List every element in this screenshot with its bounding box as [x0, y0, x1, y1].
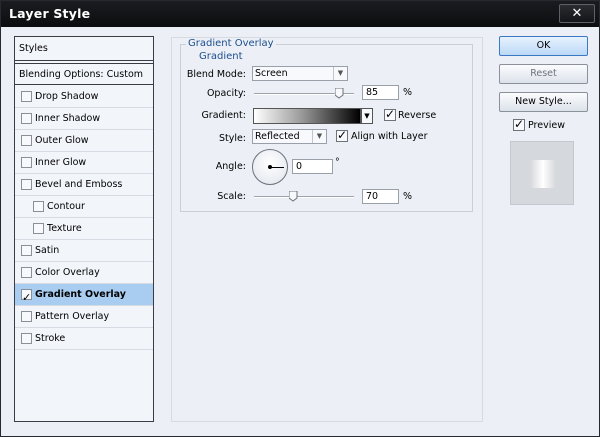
style-item-inner-glow[interactable]: Inner Glow	[15, 152, 153, 174]
scale-slider-thumb[interactable]	[288, 191, 298, 202]
reverse-label: Reverse	[398, 110, 437, 121]
scale-unit: %	[403, 191, 413, 202]
blend-mode-value: Screen	[255, 68, 288, 79]
preview-swatch	[510, 141, 574, 205]
reverse-checkbox[interactable]	[384, 107, 396, 121]
close-button[interactable]: ✕	[559, 4, 595, 23]
chevron-down-icon[interactable]: ▼	[361, 108, 373, 124]
group-title: Gradient Overlay	[186, 38, 276, 49]
style-item-bevel-and-emboss[interactable]: Bevel and Emboss	[15, 174, 153, 196]
style-item-stroke[interactable]: Stroke	[15, 328, 153, 350]
opacity-slider-thumb[interactable]	[335, 88, 344, 99]
angle-input[interactable]: 0	[292, 159, 333, 174]
style-checkbox[interactable]	[21, 245, 32, 256]
angle-label: Angle:	[215, 161, 246, 172]
title-bar[interactable]: Layer Style ✕	[1, 1, 599, 27]
style-item-color-overlay[interactable]: Color Overlay	[15, 262, 153, 284]
blend-mode-select[interactable]: Screen ▼	[252, 66, 348, 81]
style-item-drop-shadow[interactable]: Drop Shadow	[15, 86, 153, 108]
style-checkbox[interactable]	[21, 179, 32, 190]
blend-mode-label: Blend Mode:	[186, 69, 246, 80]
align-with-layer-checkbox[interactable]	[336, 128, 348, 142]
style-item-label: Contour	[47, 201, 85, 212]
style-checkbox[interactable]	[21, 113, 32, 124]
gradient-label: Gradient:	[201, 110, 246, 121]
style-checkbox[interactable]	[21, 333, 32, 344]
angle-needle	[270, 167, 284, 168]
angle-unit: °	[335, 157, 340, 168]
style-checkbox[interactable]	[21, 157, 32, 168]
preview-thumbnail	[531, 160, 555, 188]
style-item-label: Satin	[35, 245, 60, 256]
style-item-texture[interactable]: Texture	[15, 218, 153, 240]
style-item-satin[interactable]: Satin	[15, 240, 153, 262]
close-icon: ✕	[571, 6, 583, 21]
style-item-label: Outer Glow	[35, 135, 89, 146]
new-style-button[interactable]: New Style...	[499, 92, 588, 112]
style-item-label: Inner Glow	[35, 157, 87, 168]
layer-style-dialog: Layer Style ✕ Styles Blending Options: C…	[0, 0, 600, 437]
style-item-gradient-overlay[interactable]: Gradient Overlay	[15, 284, 153, 308]
styles-header[interactable]: Styles	[15, 37, 153, 61]
style-checkbox[interactable]	[33, 201, 44, 212]
scale-slider[interactable]	[254, 196, 354, 198]
style-item-label: Inner Shadow	[35, 113, 101, 124]
style-checkbox[interactable]	[21, 267, 32, 278]
style-item-label: Stroke	[35, 333, 66, 344]
preview-label: Preview	[528, 120, 565, 131]
styles-list: Styles Blending Options: Custom Drop Sha…	[14, 36, 154, 422]
style-item-label: Texture	[47, 223, 82, 234]
chevron-down-icon: ▼	[312, 130, 326, 143]
opacity-label: Opacity:	[206, 88, 246, 99]
style-checkbox[interactable]	[21, 287, 32, 308]
window-title: Layer Style	[9, 6, 91, 21]
style-checkbox[interactable]	[33, 223, 44, 234]
style-checkbox[interactable]	[21, 135, 32, 146]
style-checkbox[interactable]	[21, 91, 32, 102]
style-select[interactable]: Reflected ▼	[252, 129, 327, 144]
ok-button[interactable]: OK	[499, 36, 588, 56]
style-item-label: Bevel and Emboss	[35, 179, 123, 190]
preview-checkbox[interactable]	[513, 117, 525, 131]
angle-center	[268, 165, 272, 169]
style-item-label: Pattern Overlay	[35, 311, 110, 322]
align-with-layer-label: Align with Layer	[351, 131, 428, 142]
style-item-label: Gradient Overlay	[35, 289, 126, 300]
style-checkbox[interactable]	[21, 311, 32, 322]
reset-button[interactable]: Reset	[499, 64, 588, 84]
scale-label: Scale:	[217, 191, 246, 202]
style-item-label: Drop Shadow	[35, 91, 99, 102]
style-item-outer-glow[interactable]: Outer Glow	[15, 130, 153, 152]
style-item-pattern-overlay[interactable]: Pattern Overlay	[15, 306, 153, 328]
blending-options-item[interactable]: Blending Options: Custom	[15, 63, 153, 85]
opacity-input[interactable]: 85	[362, 85, 399, 100]
angle-dial[interactable]	[252, 149, 288, 185]
style-item-contour[interactable]: Contour	[15, 196, 153, 218]
gradient-swatch[interactable]	[253, 108, 361, 124]
scale-input[interactable]: 70	[362, 189, 399, 204]
style-value: Reflected	[255, 131, 300, 142]
style-item-label: Color Overlay	[35, 267, 100, 278]
opacity-unit: %	[403, 87, 413, 98]
style-item-inner-shadow[interactable]: Inner Shadow	[15, 108, 153, 130]
chevron-down-icon: ▼	[333, 67, 347, 80]
style-label: Style:	[218, 133, 246, 144]
group-subtitle: Gradient	[197, 51, 245, 62]
